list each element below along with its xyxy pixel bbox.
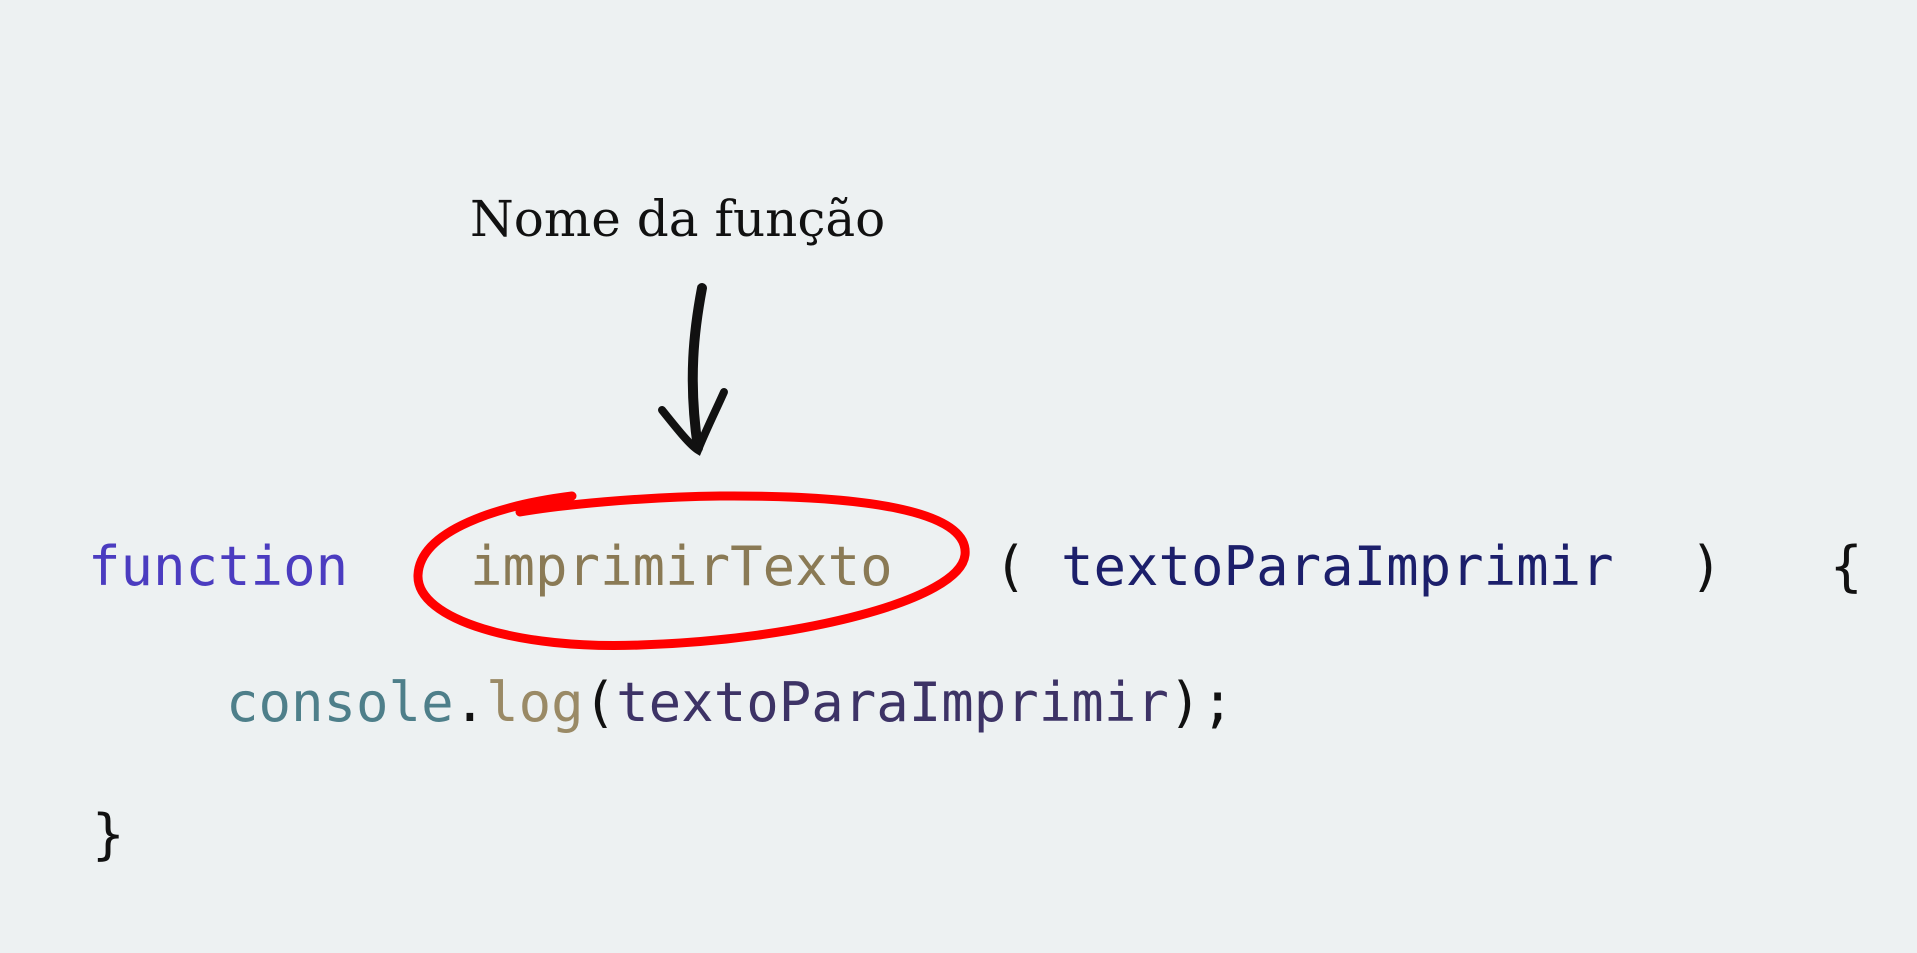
open-brace: { bbox=[1830, 535, 1863, 598]
function-name: imprimirTexto bbox=[470, 535, 893, 598]
log-method: log bbox=[486, 671, 584, 734]
keyword-function: function bbox=[88, 535, 349, 598]
down-arrow-icon bbox=[658, 283, 728, 456]
parameter-name: textoParaImprimir bbox=[1061, 535, 1614, 598]
code-line-2: console.log(textoParaImprimir); bbox=[226, 676, 1234, 730]
close-paren: ) bbox=[1690, 535, 1723, 598]
dot: . bbox=[453, 671, 487, 734]
call-open-paren: ( bbox=[583, 671, 617, 734]
annotation-overlay bbox=[413, 283, 970, 651]
call-argument: textoParaImprimir bbox=[616, 671, 1169, 734]
code-line-1: function bbox=[88, 540, 348, 594]
open-paren: ( bbox=[994, 535, 1027, 598]
call-close: ); bbox=[1168, 671, 1234, 734]
console-object: console bbox=[226, 671, 454, 734]
close-brace: } bbox=[92, 803, 125, 866]
